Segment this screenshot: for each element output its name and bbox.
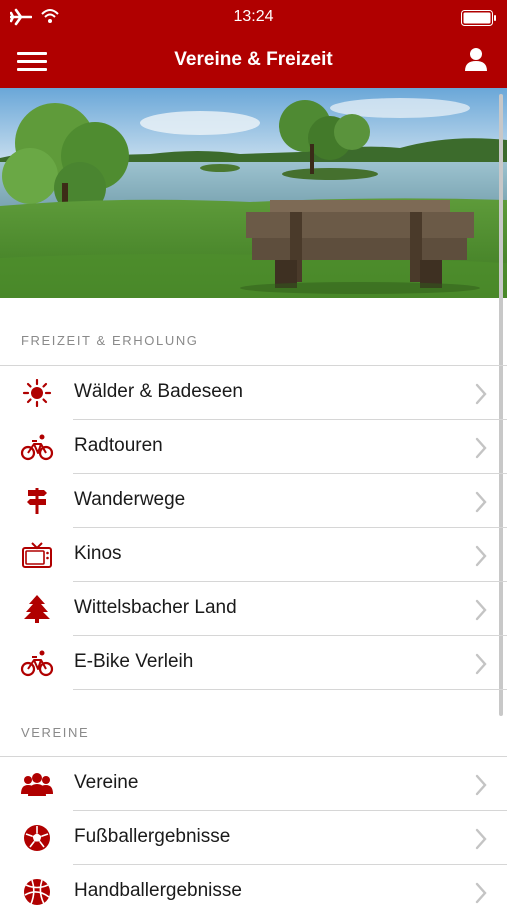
hero-image-lake-bench (0, 88, 507, 298)
section-header-vereine: VEREINE (21, 725, 90, 740)
list-item-label: Radtouren (74, 435, 163, 456)
soccer-ball-icon (24, 825, 50, 851)
chevron-right-icon (475, 545, 487, 567)
list-item-label: Wanderwege (74, 489, 186, 510)
list-item-label: Vereine (74, 772, 139, 793)
sun-icon (22, 379, 52, 407)
list-item-wanderwege[interactable]: Wanderwege (0, 474, 507, 528)
list-item-radtouren[interactable]: Radtouren (0, 420, 507, 474)
chevron-right-icon (475, 383, 487, 405)
chevron-right-icon (475, 437, 487, 459)
tv-icon (22, 542, 52, 568)
divider (73, 689, 507, 690)
list-item-label: Wittelsbacher Land (74, 597, 237, 618)
top-bar: 13:24 Vereine & Freizeit (0, 0, 507, 88)
chevron-right-icon (475, 491, 487, 513)
list-item-label: Fußballergebnisse (74, 826, 231, 847)
list-item-handballergebnisse[interactable]: Handballergebnisse (0, 865, 507, 919)
list-item-label: E-Bike Verleih (74, 651, 194, 672)
chevron-right-icon (475, 599, 487, 621)
page-title: Vereine & Freizeit (174, 49, 333, 70)
user-profile-icon[interactable] (463, 46, 489, 72)
chevron-right-icon (475, 653, 487, 675)
chevron-right-icon (475, 774, 487, 796)
list-item-wittelsbacher-land[interactable]: Wittelsbacher Land (0, 582, 507, 636)
chevron-right-icon (475, 882, 487, 904)
list-item-vereine[interactable]: Vereine (0, 757, 507, 811)
bicycle-icon (20, 650, 54, 677)
list-item-label: Handballergebnisse (74, 880, 242, 901)
bicycle-icon (20, 434, 54, 461)
list-item-e-bike-verleih[interactable]: E-Bike Verleih (0, 636, 507, 690)
group-icon (21, 773, 53, 796)
signpost-icon (27, 488, 47, 514)
list-item-fussballergebnisse[interactable]: Fußballergebnisse (0, 811, 507, 865)
section-header-freizeit: FREIZEIT & ERHOLUNG (21, 333, 199, 348)
battery-icon (461, 10, 496, 26)
status-bar: 13:24 (0, 0, 507, 34)
chevron-right-icon (475, 828, 487, 850)
list-item-kinos[interactable]: Kinos (0, 528, 507, 582)
tree-icon (24, 595, 50, 623)
list-item-waelder-badeseen[interactable]: Wälder & Badeseen (0, 366, 507, 420)
status-time: 13:24 (233, 8, 274, 25)
navigation-bar: Vereine & Freizeit (0, 34, 507, 88)
list-item-label: Wälder & Badeseen (74, 381, 243, 402)
handball-icon (24, 879, 50, 905)
list-item-label: Kinos (74, 543, 122, 564)
